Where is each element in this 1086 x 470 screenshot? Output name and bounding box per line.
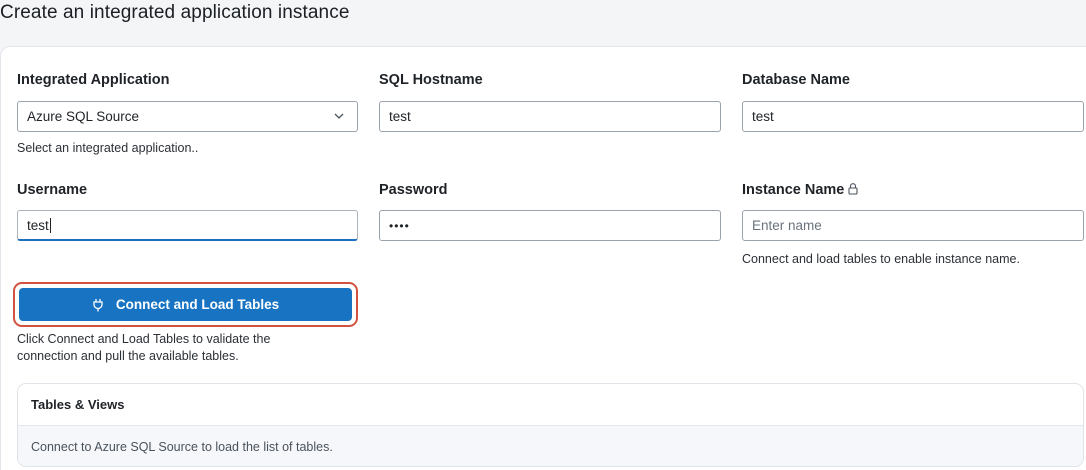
tables-panel-title: Tables & Views [18, 384, 1083, 426]
password-input[interactable]: •••• [379, 210, 721, 241]
connect-button-label: Connect and Load Tables [115, 297, 280, 312]
lock-icon [848, 183, 858, 195]
password-label: Password [379, 182, 448, 198]
integrated-application-select[interactable]: Azure SQL Source [17, 101, 358, 132]
database-name-input[interactable]: test [742, 101, 1084, 132]
username-label: Username [17, 182, 88, 198]
instance-name-placeholder: Enter name [752, 218, 822, 233]
instance-name-label-text: Instance Name [742, 182, 845, 198]
username-value: test [27, 217, 49, 233]
database-name-value: test [752, 109, 774, 124]
instance-name-help: Connect and load tables to enable instan… [742, 252, 1020, 266]
sql-hostname-value: test [389, 109, 411, 124]
integrated-application-label: Integrated Application [17, 72, 170, 88]
chevron-down-icon [334, 113, 344, 119]
database-name-label: Database Name [742, 72, 850, 88]
sql-hostname-label: SQL Hostname [379, 72, 483, 88]
integrated-application-help: Select an integrated application.. [17, 141, 199, 155]
integrated-application-value: Azure SQL Source [27, 109, 140, 124]
page-title: Create an integrated application instanc… [0, 2, 350, 23]
text-cursor [49, 217, 51, 233]
username-input[interactable]: test [17, 210, 358, 241]
tables-empty-message: Connect to Azure SQL Source to load the … [18, 426, 1083, 466]
plug-icon [92, 298, 104, 312]
instance-name-input[interactable]: Enter name [742, 210, 1084, 241]
connect-help-line2: connection and pull the available tables… [17, 349, 239, 363]
connect-and-load-tables-button[interactable]: Connect and Load Tables [19, 288, 352, 321]
instance-name-label: Instance Name [742, 182, 859, 198]
connect-help-line1: Click Connect and Load Tables to validat… [17, 332, 271, 346]
sql-hostname-input[interactable]: test [379, 101, 721, 132]
connect-button-highlight: Connect and Load Tables [13, 282, 358, 327]
password-value: •••• [389, 218, 410, 233]
tables-panel: Tables & Views Connect to Azure SQL Sour… [17, 383, 1084, 467]
